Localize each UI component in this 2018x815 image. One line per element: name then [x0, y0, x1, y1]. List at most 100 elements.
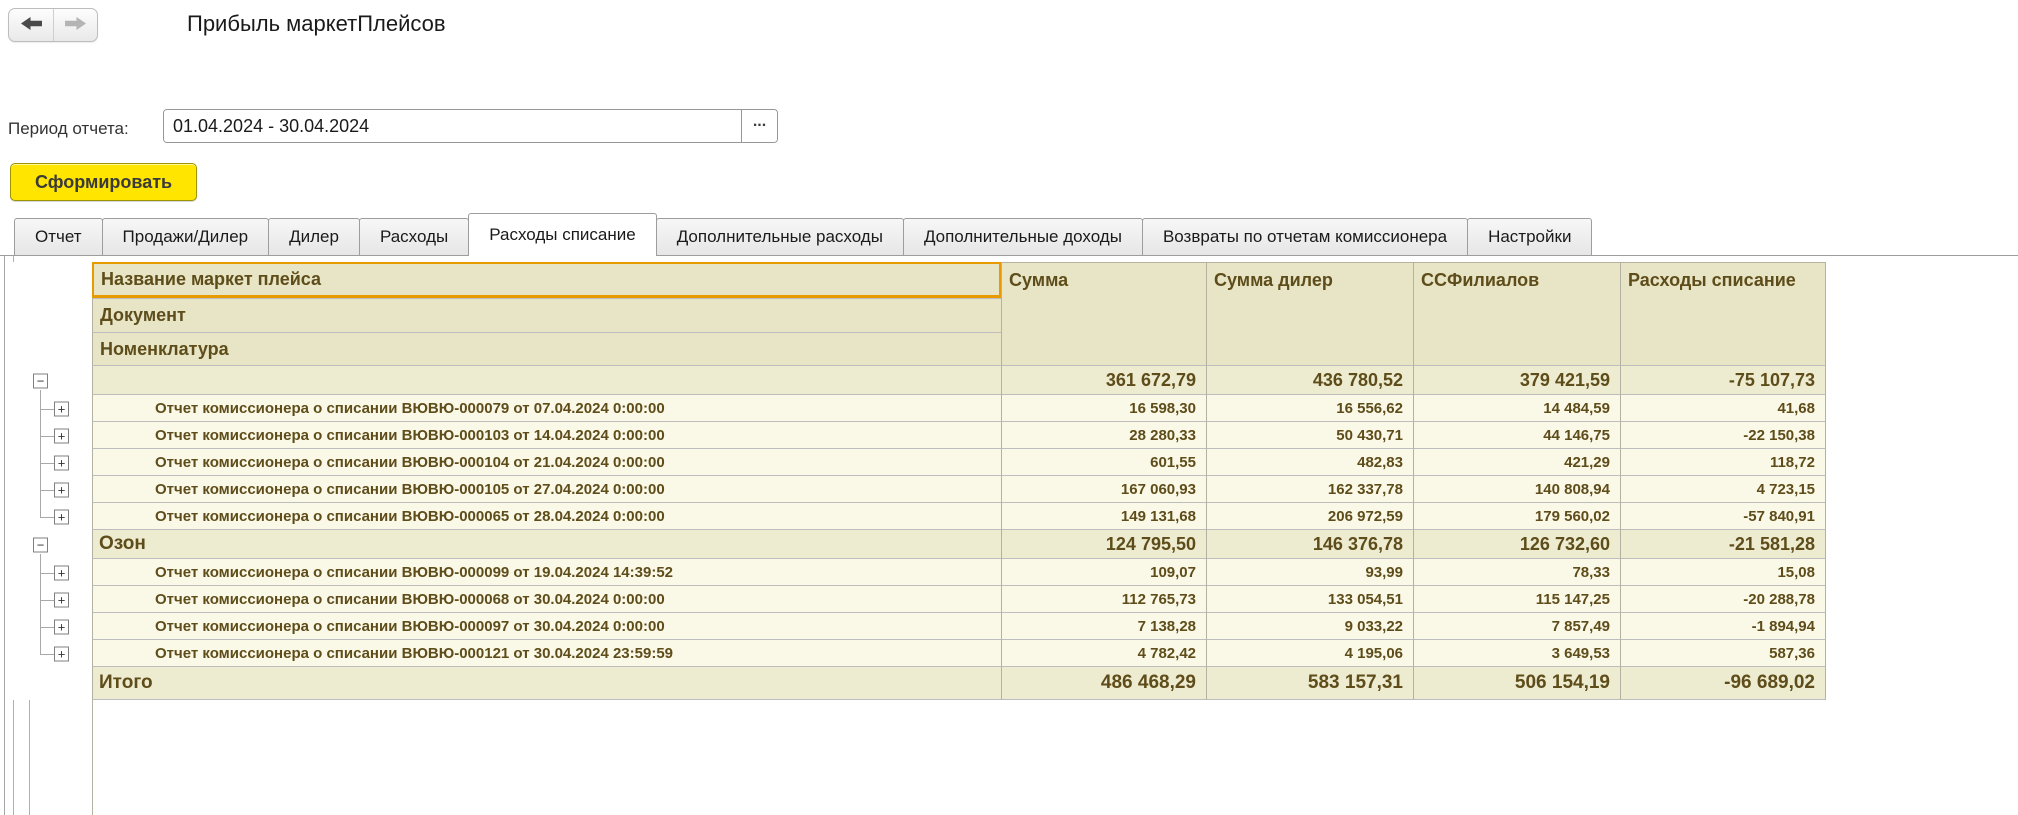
tab-6[interactable]: Дополнительные доходы — [903, 218, 1143, 255]
group-name-cell[interactable]: Озон — [92, 530, 1001, 559]
arrow-right-icon — [65, 16, 86, 34]
value-cell-1[interactable]: 9 033,22 — [1206, 613, 1413, 640]
header-cell-sum[interactable]: Сумма — [1001, 262, 1206, 366]
value-cell-2[interactable]: 78,33 — [1413, 559, 1620, 586]
tree-cell: + — [13, 422, 92, 449]
document-name-cell[interactable]: Отчет комиссионера о списании ВЮВЮ-00009… — [92, 613, 1001, 640]
value-cell-3[interactable]: 4 723,15 — [1620, 476, 1826, 503]
header-cell-document[interactable]: Документ — [92, 298, 1001, 332]
value-cell-2[interactable]: 179 560,02 — [1413, 503, 1620, 530]
document-name-cell[interactable]: Отчет комиссионера о списании ВЮВЮ-00012… — [92, 640, 1001, 667]
expand-expander-icon[interactable]: + — [54, 619, 69, 634]
document-name-cell[interactable]: Отчет комиссионера о списании ВЮВЮ-00007… — [92, 395, 1001, 422]
expand-expander-icon[interactable]: + — [54, 455, 69, 470]
value-cell-0[interactable]: 361 672,79 — [1001, 366, 1206, 395]
value-cell-0[interactable]: 4 782,42 — [1001, 640, 1206, 667]
value-cell-3[interactable]: -20 288,78 — [1620, 586, 1826, 613]
total-row: Итого486 468,29583 157,31506 154,19-96 6… — [13, 667, 1826, 700]
value-cell-1[interactable]: 206 972,59 — [1206, 503, 1413, 530]
group-name-cell[interactable] — [92, 366, 1001, 395]
value-cell-1[interactable]: 162 337,78 — [1206, 476, 1413, 503]
value-cell-1[interactable]: 583 157,31 — [1206, 667, 1413, 700]
period-input[interactable] — [164, 110, 741, 142]
value-cell-2[interactable]: 3 649,53 — [1413, 640, 1620, 667]
tab-0[interactable]: Отчет — [14, 218, 103, 255]
expand-expander-icon[interactable]: + — [54, 646, 69, 661]
value-cell-1[interactable]: 482,83 — [1206, 449, 1413, 476]
value-cell-3[interactable]: -1 894,94 — [1620, 613, 1826, 640]
value-cell-2[interactable]: 421,29 — [1413, 449, 1620, 476]
value-cell-2[interactable]: 44 146,75 — [1413, 422, 1620, 449]
value-cell-0[interactable]: 486 468,29 — [1001, 667, 1206, 700]
value-cell-2[interactable]: 379 421,59 — [1413, 366, 1620, 395]
generate-report-button[interactable]: Сформировать — [10, 163, 197, 201]
tab-1[interactable]: Продажи/Дилер — [102, 218, 270, 255]
period-picker-button[interactable]: ... — [741, 110, 777, 142]
value-cell-3[interactable]: 587,36 — [1620, 640, 1826, 667]
forward-button[interactable] — [53, 9, 97, 41]
header-cell-ss-branches[interactable]: ССФилиалов — [1413, 262, 1620, 366]
document-name-cell[interactable]: Отчет комиссионера о списании ВЮВЮ-00010… — [92, 476, 1001, 503]
value-cell-0[interactable]: 601,55 — [1001, 449, 1206, 476]
value-cell-1[interactable]: 436 780,52 — [1206, 366, 1413, 395]
value-cell-0[interactable]: 124 795,50 — [1001, 530, 1206, 559]
document-name-cell[interactable]: Отчет комиссионера о списании ВЮВЮ-00006… — [92, 586, 1001, 613]
value-cell-3[interactable]: 41,68 — [1620, 395, 1826, 422]
collapse-expander-icon[interactable]: − — [33, 373, 48, 388]
tree-cell: + — [13, 613, 92, 640]
value-cell-3[interactable]: -96 689,02 — [1620, 667, 1826, 700]
value-cell-2[interactable]: 115 147,25 — [1413, 586, 1620, 613]
document-name-cell[interactable]: Отчет комиссионера о списании ВЮВЮ-00010… — [92, 422, 1001, 449]
tab-4[interactable]: Расходы списание — [468, 213, 656, 256]
value-cell-3[interactable]: -57 840,91 — [1620, 503, 1826, 530]
document-name-cell[interactable]: Отчет комиссионера о списании ВЮВЮ-00006… — [92, 503, 1001, 530]
header-cell-marketplace[interactable]: Название маркет плейса — [92, 262, 1001, 298]
expand-expander-icon[interactable]: + — [54, 401, 69, 416]
value-cell-1[interactable]: 93,99 — [1206, 559, 1413, 586]
value-cell-2[interactable]: 7 857,49 — [1413, 613, 1620, 640]
value-cell-0[interactable]: 28 280,33 — [1001, 422, 1206, 449]
value-cell-0[interactable]: 16 598,30 — [1001, 395, 1206, 422]
tree-connector-line — [40, 654, 54, 655]
header-cell-sum-dealer[interactable]: Сумма дилер — [1206, 262, 1413, 366]
back-button[interactable] — [9, 9, 53, 41]
value-cell-3[interactable]: -21 581,28 — [1620, 530, 1826, 559]
value-cell-1[interactable]: 133 054,51 — [1206, 586, 1413, 613]
value-cell-2[interactable]: 126 732,60 — [1413, 530, 1620, 559]
header-cell-nomenclature[interactable]: Номенклатура — [92, 332, 1001, 366]
tab-5[interactable]: Дополнительные расходы — [656, 218, 904, 255]
tab-3[interactable]: Расходы — [359, 218, 469, 255]
value-cell-3[interactable]: 15,08 — [1620, 559, 1826, 586]
tab-7[interactable]: Возвраты по отчетам комиссионера — [1142, 218, 1468, 255]
tab-2[interactable]: Дилер — [268, 218, 360, 255]
value-cell-3[interactable]: 118,72 — [1620, 449, 1826, 476]
expand-expander-icon[interactable]: + — [54, 565, 69, 580]
value-cell-1[interactable]: 50 430,71 — [1206, 422, 1413, 449]
value-cell-1[interactable]: 146 376,78 — [1206, 530, 1413, 559]
collapse-expander-icon[interactable]: − — [33, 537, 48, 552]
expand-expander-icon[interactable]: + — [54, 509, 69, 524]
group-name-cell[interactable]: Итого — [92, 667, 1001, 700]
value-cell-0[interactable]: 109,07 — [1001, 559, 1206, 586]
document-name-cell[interactable]: Отчет комиссионера о списании ВЮВЮ-00010… — [92, 449, 1001, 476]
value-cell-2[interactable]: 506 154,19 — [1413, 667, 1620, 700]
value-cell-0[interactable]: 112 765,73 — [1001, 586, 1206, 613]
document-name-cell[interactable]: Отчет комиссионера о списании ВЮВЮ-00009… — [92, 559, 1001, 586]
expand-expander-icon[interactable]: + — [54, 428, 69, 443]
value-cell-0[interactable]: 7 138,28 — [1001, 613, 1206, 640]
value-cell-0[interactable]: 149 131,68 — [1001, 503, 1206, 530]
tree-connector-line — [40, 573, 54, 574]
value-cell-0[interactable]: 167 060,93 — [1001, 476, 1206, 503]
expand-expander-icon[interactable]: + — [54, 482, 69, 497]
value-cell-2[interactable]: 140 808,94 — [1413, 476, 1620, 503]
value-cell-3[interactable]: -75 107,73 — [1620, 366, 1826, 395]
value-cell-3[interactable]: -22 150,38 — [1620, 422, 1826, 449]
header-cell-write-off[interactable]: Расходы списание — [1620, 262, 1826, 366]
value-cell-1[interactable]: 16 556,62 — [1206, 395, 1413, 422]
report-table: Название маркет плейса Документ Номенкла… — [13, 262, 1826, 700]
value-cell-1[interactable]: 4 195,06 — [1206, 640, 1413, 667]
expand-expander-icon[interactable]: + — [54, 592, 69, 607]
tab-8[interactable]: Настройки — [1467, 218, 1592, 255]
value-cell-2[interactable]: 14 484,59 — [1413, 395, 1620, 422]
grid-extension-line — [29, 700, 30, 815]
